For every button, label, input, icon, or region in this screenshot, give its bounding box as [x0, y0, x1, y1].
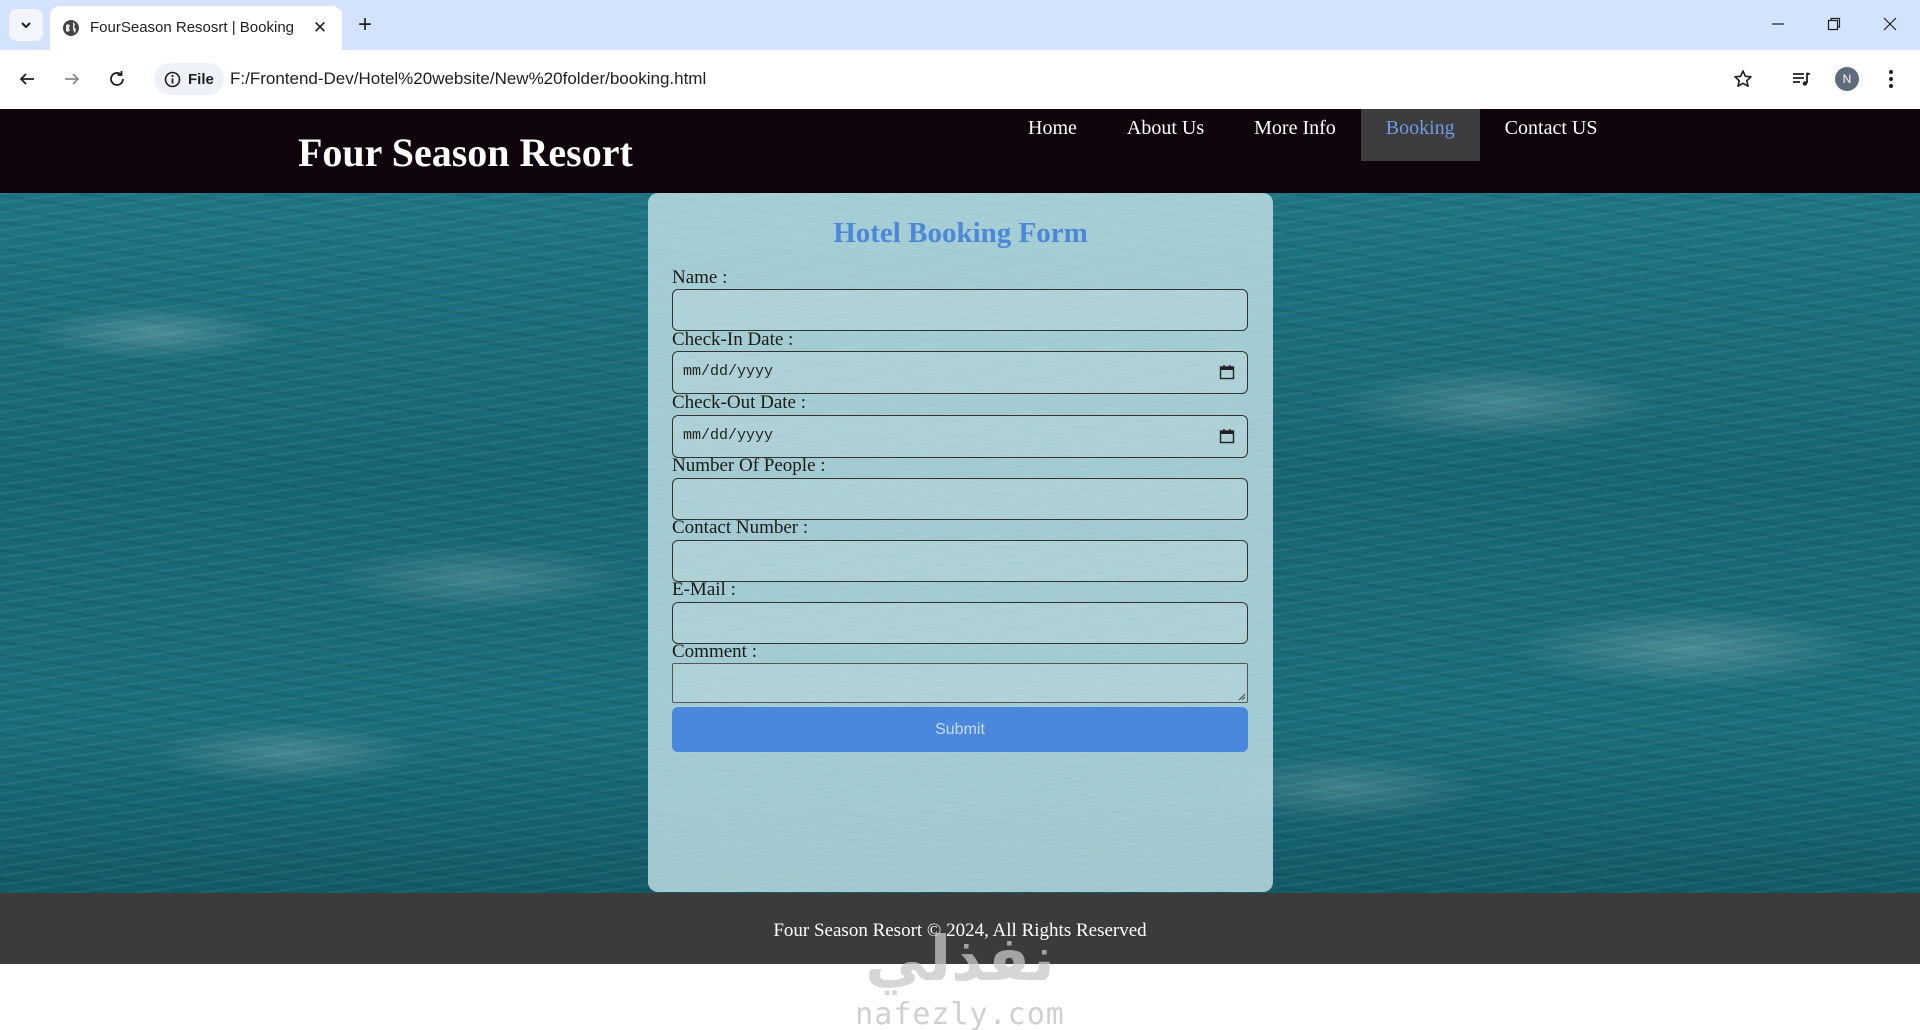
reload-button[interactable] [100, 62, 134, 96]
form-title: Hotel Booking Form [833, 217, 1088, 249]
comment-textarea[interactable] [672, 663, 1248, 703]
browser-tab-active[interactable]: FourSeason Resosrt | Booking ✕ [50, 6, 342, 50]
browser-toolbar: File F:/Frontend-Dev/Hotel%20website/New… [0, 50, 1920, 108]
avatar: N [1835, 67, 1859, 91]
checkout-date-placeholder: mm/dd/yyyy [683, 427, 774, 444]
minimize-window-button[interactable] [1758, 8, 1798, 40]
arrow-left-icon [19, 73, 34, 85]
url-text[interactable]: F:/Frontend-Dev/Hotel%20website/New%20fo… [230, 69, 706, 89]
info-icon [164, 71, 181, 87]
checkin-date-placeholder: mm/dd/yyyy [683, 363, 774, 380]
more-vertical-icon [1889, 70, 1893, 88]
media-controls-button[interactable] [1784, 62, 1818, 96]
site-header: Four Season Resort Home About Us More In… [0, 109, 1920, 193]
site-info-chip[interactable]: File [154, 63, 224, 95]
contact-number-input[interactable] [672, 540, 1248, 582]
comment-label: Comment : [672, 641, 757, 662]
page-viewport: Four Season Resort Home About Us More In… [0, 109, 1920, 1030]
watermark-latin: nafezly.com [855, 997, 1065, 1030]
contact-label: Contact Number : [672, 517, 809, 538]
close-icon [1883, 17, 1897, 31]
nav-about-link[interactable]: About Us [1102, 109, 1229, 161]
checkin-date-input[interactable]: mm/dd/yyyy [672, 351, 1248, 394]
back-button[interactable] [10, 62, 44, 96]
submit-button[interactable]: Submit [672, 707, 1248, 752]
tab-title: FourSeason Resosrt | Booking [90, 19, 295, 36]
restore-window-button[interactable] [1814, 8, 1854, 40]
browser-tab-strip: FourSeason Resosrt | Booking ✕ + [0, 0, 1920, 50]
address-bar[interactable]: File F:/Frontend-Dev/Hotel%20website/New… [148, 58, 1768, 100]
email-label: E-Mail : [672, 579, 736, 600]
nav-more-info-link[interactable]: More Info [1229, 109, 1361, 161]
forward-button[interactable] [55, 62, 89, 96]
main-nav: Home About Us More Info Booking Contact … [1003, 109, 1622, 161]
browser-menu-button[interactable] [1874, 62, 1908, 96]
nav-home-link[interactable]: Home [1003, 109, 1102, 161]
resize-grip-icon[interactable] [1237, 692, 1246, 701]
restore-icon [1827, 17, 1841, 31]
nav-booking-link[interactable]: Booking [1360, 109, 1480, 161]
minimize-icon [1772, 23, 1784, 25]
new-tab-button[interactable]: + [350, 10, 380, 40]
tab-close-icon[interactable]: ✕ [308, 16, 332, 40]
profile-button[interactable]: N [1830, 62, 1864, 96]
reload-icon [110, 71, 124, 86]
chevron-down-icon [21, 22, 31, 29]
name-input[interactable] [672, 289, 1248, 331]
nav-contact-link[interactable]: Contact US [1480, 109, 1623, 161]
site-footer: Four Season Resort © 2024, All Rights Re… [0, 893, 1920, 964]
tab-search-button[interactable] [9, 9, 43, 41]
name-label: Name : [672, 267, 728, 288]
email-input[interactable] [672, 602, 1248, 644]
site-info-label: File [188, 70, 214, 88]
close-window-button[interactable] [1870, 8, 1910, 40]
checkout-date-input[interactable]: mm/dd/yyyy [672, 415, 1248, 458]
ocean-background: Hotel Booking Form Name : Check-In Date … [0, 193, 1920, 893]
bookmark-star-icon[interactable] [1728, 64, 1758, 94]
calendar-icon[interactable] [1219, 364, 1235, 380]
globe-icon [63, 20, 79, 36]
calendar-icon[interactable] [1219, 428, 1235, 444]
people-label: Number Of People : [672, 455, 826, 476]
arrow-right-icon [65, 73, 80, 85]
playlist-icon [1793, 72, 1811, 86]
people-input[interactable] [672, 478, 1248, 520]
booking-form: Hotel Booking Form Name : Check-In Date … [648, 193, 1273, 892]
checkin-label: Check-In Date : [672, 329, 794, 350]
checkout-label: Check-Out Date : [672, 392, 807, 413]
site-brand: Four Season Resort [298, 130, 633, 175]
footer-copyright: Four Season Resort © 2024, All Rights Re… [773, 920, 1147, 941]
